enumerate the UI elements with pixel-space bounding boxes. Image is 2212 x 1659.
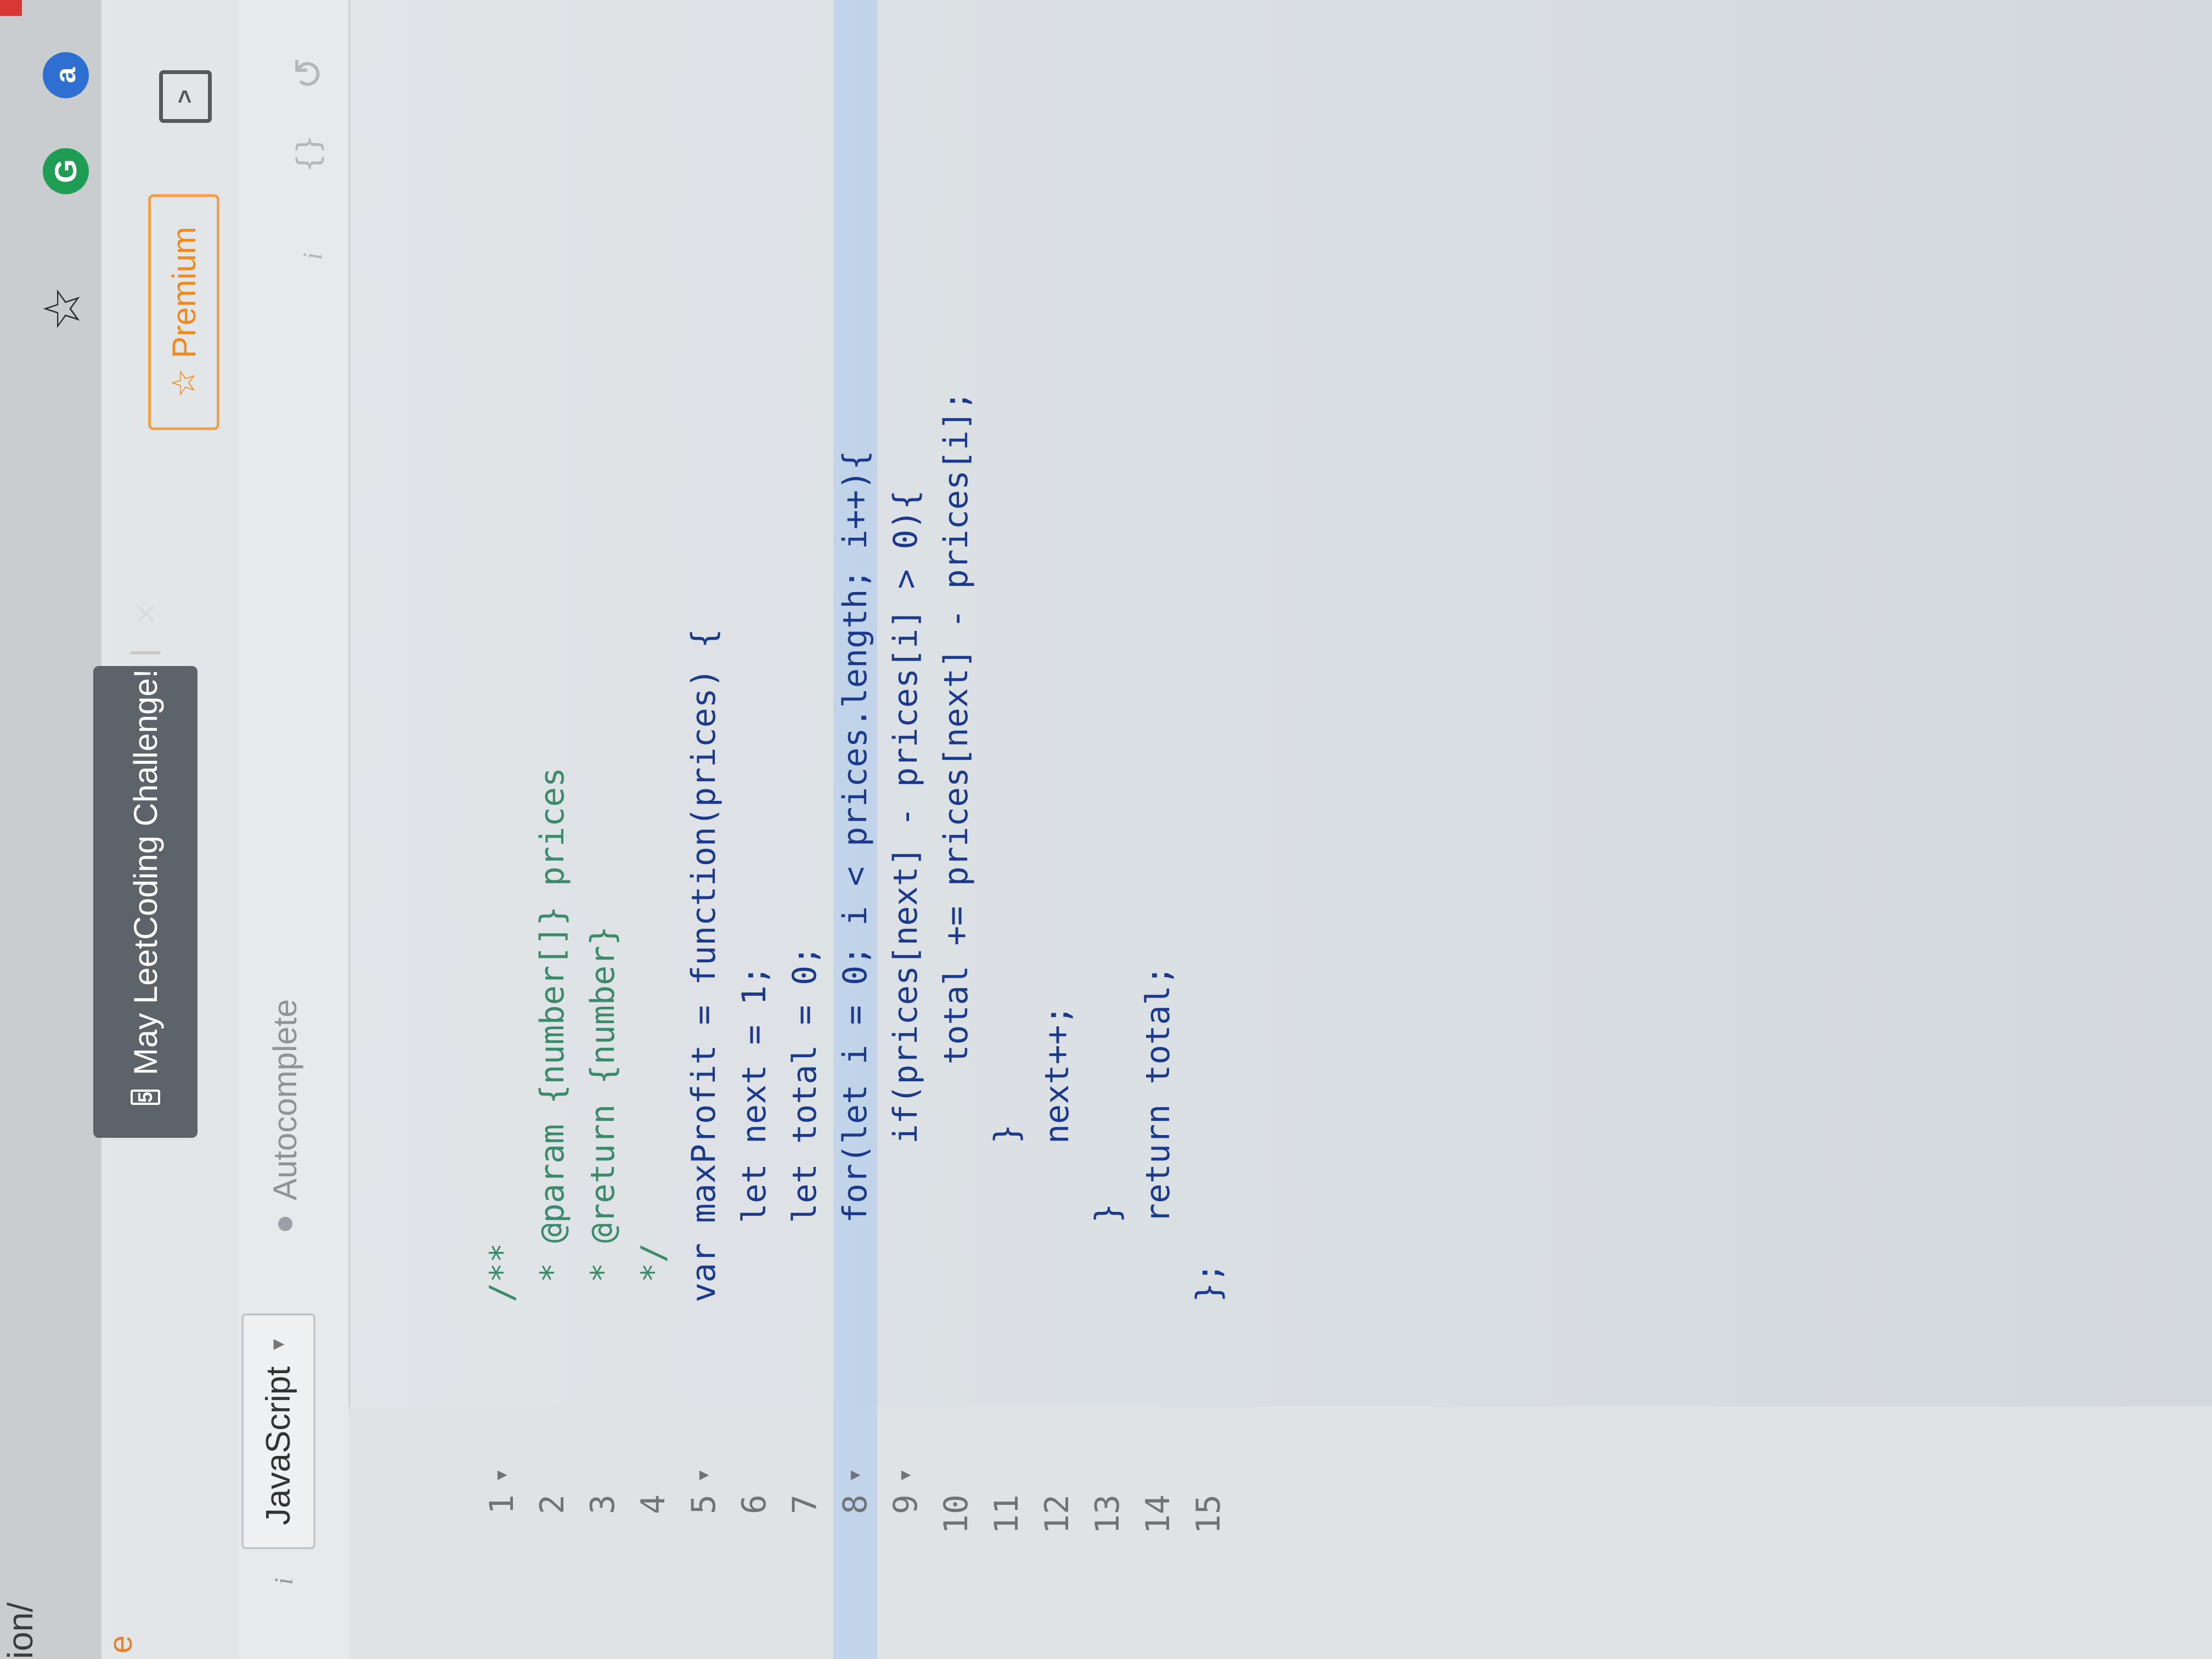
- code-text: * @param {number[]} prices: [533, 767, 572, 1302]
- autocomplete-label: Autocomplete: [267, 999, 303, 1200]
- line-number: 10: [937, 1494, 975, 1534]
- fold-arrow-icon[interactable]: ▼: [682, 1467, 726, 1483]
- language-select[interactable]: JavaScript ▼: [241, 1313, 315, 1549]
- autocomplete-status-dot: [278, 1217, 292, 1231]
- reset-icon[interactable]: ↺: [285, 57, 331, 90]
- code-text: let next = 1;: [735, 965, 774, 1302]
- code-text: next++;: [1038, 1005, 1076, 1302]
- info-icon[interactable]: i: [269, 1578, 299, 1585]
- code-line[interactable]: 3 * @return {number}: [581, 0, 625, 1659]
- line-number: 1: [483, 1494, 521, 1515]
- line-number: 2: [533, 1494, 572, 1515]
- code-text: return total;: [1139, 965, 1177, 1302]
- editor-info-icon[interactable]: i: [296, 252, 328, 260]
- code-line[interactable]: 11 }: [985, 0, 1029, 1659]
- code-text: total += prices[next] - prices[i];: [937, 391, 975, 1302]
- console-icon[interactable]: >: [159, 70, 212, 123]
- premium-label: Premium: [165, 227, 202, 359]
- line-number: 5: [685, 1494, 723, 1515]
- code-text: * @return {number}: [584, 926, 622, 1302]
- leetcode-editor-screen: ion/ ☆ G a e 5 May LeetCoding Challenge!…: [0, 0, 2212, 1659]
- line-number: 14: [1139, 1494, 1177, 1534]
- language-label: JavaScript: [259, 1366, 297, 1525]
- line-number: 4: [634, 1494, 673, 1515]
- fold-arrow-icon[interactable]: ▼: [884, 1467, 928, 1483]
- url-fragment: ion/: [1, 1602, 40, 1659]
- grammarly-extension-icon[interactable]: G: [43, 148, 89, 194]
- code-text: if(prices[next] - prices[i] > 0){: [887, 489, 925, 1302]
- line-number: 13: [1088, 1494, 1127, 1534]
- code-text: }: [988, 1124, 1026, 1302]
- code-line[interactable]: 7 let total = 0;: [783, 0, 827, 1659]
- fold-arrow-icon[interactable]: ▼: [480, 1467, 524, 1483]
- code-line[interactable]: 5 ▼ var maxProfit = function(prices) {: [682, 0, 726, 1659]
- browser-toolbar: ion/ ☆ G a: [0, 0, 101, 1659]
- braces-icon[interactable]: {}: [291, 136, 326, 172]
- code-line[interactable]: 8 ▼ for(let i = 0; i < prices.length; i++…: [833, 0, 877, 1659]
- code-line[interactable]: 12 next++;: [1035, 0, 1079, 1659]
- code-line[interactable]: 2 * @param {number[]} prices: [531, 0, 574, 1659]
- code-line[interactable]: 13 }: [1086, 0, 1130, 1659]
- code-text: for(let i = 0; i < prices.length; i++){: [836, 450, 874, 1302]
- close-icon[interactable]: ×: [123, 603, 167, 625]
- fold-arrow-icon[interactable]: ▼: [833, 1467, 877, 1483]
- code-text: var maxProfit = function(prices) {: [685, 628, 723, 1302]
- chevron-down-icon: ▼: [268, 1335, 289, 1354]
- code-text: }: [1088, 1203, 1127, 1302]
- line-number: 12: [1038, 1494, 1076, 1534]
- code-line[interactable]: 1 ▼ /**: [480, 0, 524, 1659]
- autocomplete-toggle[interactable]: Autocomplete: [266, 999, 304, 1231]
- code-editor[interactable]: 1 ▼/** 2 * @param {number[]} prices 3 * @re…: [348, 0, 2212, 1659]
- line-number: 11: [988, 1494, 1026, 1534]
- line-number: 7: [786, 1494, 824, 1515]
- code-text: };: [1189, 1262, 1228, 1302]
- code-text: */: [634, 1243, 673, 1302]
- challenge-label: May LeetCoding Challenge!: [127, 669, 164, 1075]
- code-line[interactable]: 4 */: [631, 0, 675, 1659]
- premium-button[interactable]: ☆ Premium: [148, 194, 219, 430]
- line-number: 3: [584, 1494, 622, 1515]
- code-line[interactable]: 15};: [1187, 0, 1231, 1659]
- line-number: 8: [836, 1494, 874, 1515]
- challenge-banner[interactable]: 5 May LeetCoding Challenge! ×: [93, 603, 198, 1138]
- code-line[interactable]: 14 return total;: [1136, 0, 1180, 1659]
- code-text: let total = 0;: [786, 945, 824, 1302]
- code-line[interactable]: 6 let next = 1;: [732, 0, 776, 1659]
- code-text: /**: [483, 1243, 521, 1302]
- tab-partial-text: e: [102, 1635, 139, 1654]
- extension-a-icon[interactable]: a: [43, 52, 89, 98]
- extension-red-icon[interactable]: [0, 0, 22, 16]
- code-line[interactable]: 10 total += prices[next] - prices[i];: [934, 0, 978, 1659]
- challenge-number-badge: 5: [131, 1089, 160, 1105]
- line-number: 6: [735, 1494, 774, 1515]
- bookmark-star-icon[interactable]: ☆: [33, 286, 92, 331]
- code-line[interactable]: 9 ▼ if(prices[next] - prices[i] > 0){: [884, 0, 928, 1659]
- star-icon: ☆: [165, 368, 202, 398]
- calendar-emoji-icon: [130, 651, 161, 655]
- line-number: 15: [1189, 1494, 1228, 1534]
- line-number: 9: [887, 1494, 925, 1515]
